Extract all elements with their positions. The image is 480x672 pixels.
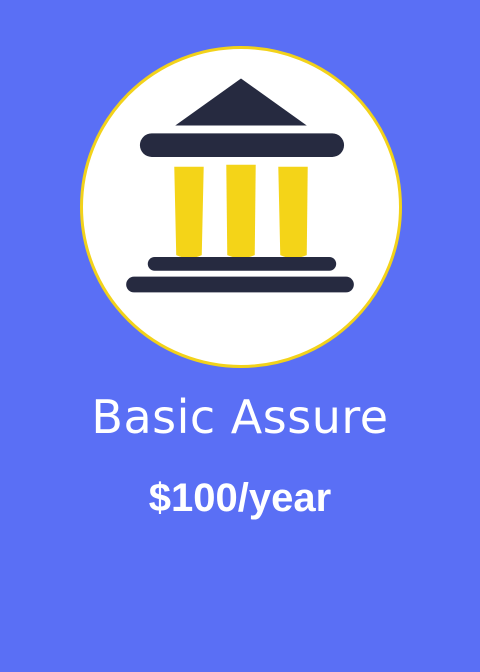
base-floor — [126, 276, 354, 293]
column-left — [174, 166, 204, 259]
column-center — [226, 164, 256, 259]
base-step — [147, 257, 337, 271]
roof-beam — [139, 133, 345, 157]
column-right — [278, 166, 308, 259]
plan-card[interactable]: Basic Assure $100/year — [0, 0, 480, 672]
plan-price: $100/year — [148, 476, 332, 520]
roof-shape — [175, 78, 307, 126]
plan-emblem — [80, 46, 402, 368]
plan-name: Basic Assure — [91, 390, 389, 444]
bank-building-icon — [126, 78, 354, 293]
